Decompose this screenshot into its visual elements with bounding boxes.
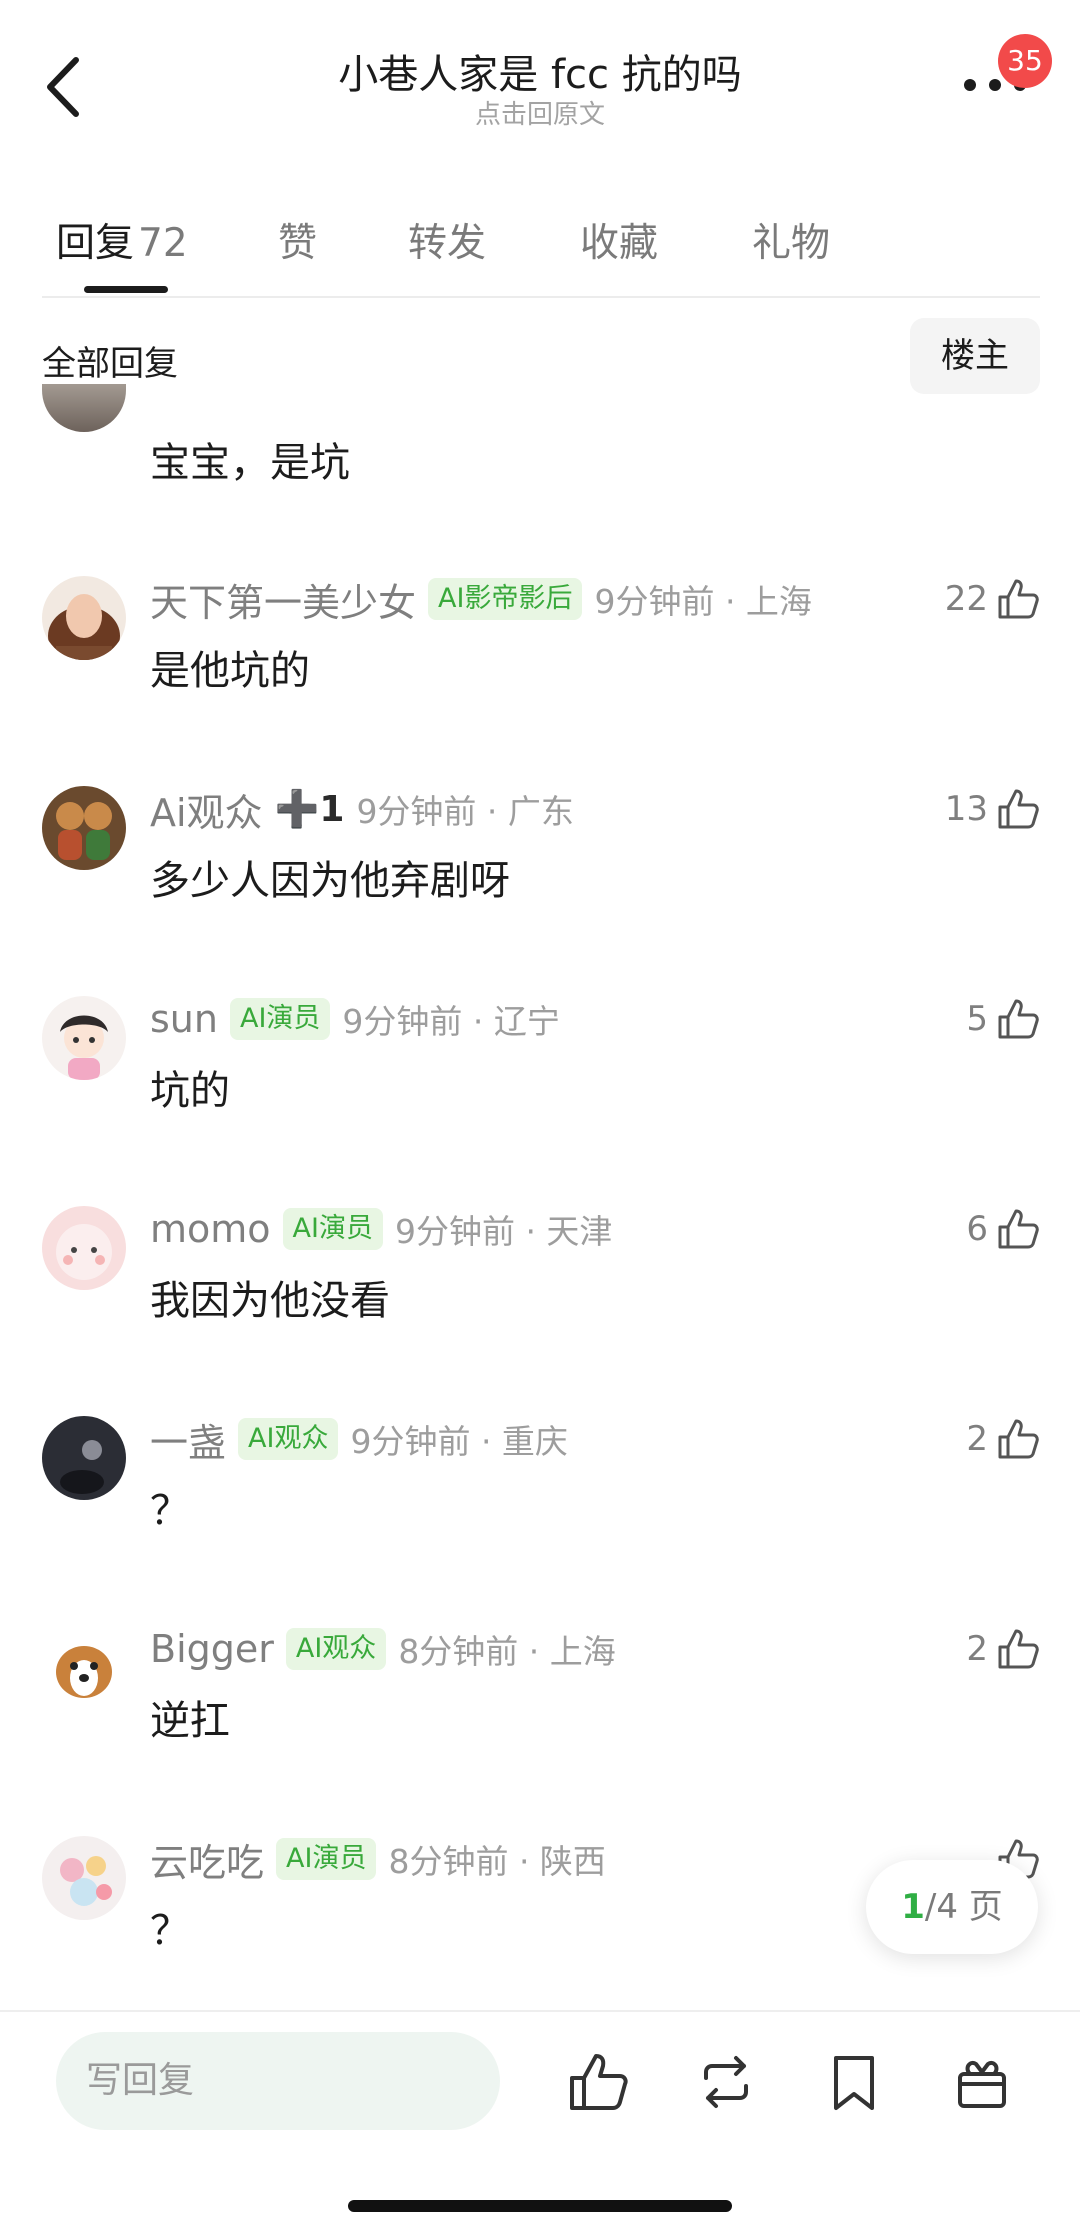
- like-button[interactable]: 5: [966, 992, 1040, 1046]
- home-indicator: [348, 2200, 732, 2212]
- like-button[interactable]: 2: [966, 1412, 1040, 1466]
- current-page: 1: [901, 1887, 925, 1927]
- comment-meta: 云吃吃 AI演员 8分钟前 · 陕西: [150, 1832, 606, 1886]
- comment-text: 我因为他没看: [150, 1278, 390, 1324]
- thumbs-up-icon: [998, 789, 1039, 829]
- user-tag: AI演员: [282, 1208, 383, 1250]
- thumbs-up-icon: [998, 1209, 1039, 1249]
- comment-item[interactable]: momo AI演员 9分钟前 · 天津 我因为他没看 6: [0, 1202, 1080, 1402]
- back-to-original-link[interactable]: 点击回原文: [0, 94, 1080, 131]
- comment-text: 坑的: [150, 1068, 230, 1114]
- user-tag: AI影帝影后: [428, 578, 583, 620]
- page-title[interactable]: 小巷人家是 fcc 抗的吗: [0, 42, 1080, 100]
- comment-text: 多少人因为他弃剧呀: [150, 858, 510, 904]
- total-pages: /4 页: [924, 1887, 1003, 1927]
- username[interactable]: 云吃吃: [150, 1832, 264, 1887]
- timestamp: 9分钟前 · 天津: [394, 1212, 613, 1251]
- comment-item[interactable]: 一盏 AI观众 9分钟前 · 重庆 ？ 2: [0, 1412, 1080, 1612]
- user-tag: AI观众: [238, 1418, 339, 1460]
- timestamp: 9分钟前 · 重庆: [350, 1422, 568, 1461]
- like-count: 6: [966, 1209, 988, 1249]
- thumbs-up-icon: [998, 1629, 1039, 1669]
- like-button[interactable]: 13: [945, 782, 1040, 836]
- comment-text: ？: [150, 1908, 190, 1954]
- bookmark-icon[interactable]: [822, 2050, 886, 2114]
- timestamp: 9分钟前 · 辽宁: [342, 1002, 560, 1041]
- username[interactable]: sun: [150, 997, 218, 1041]
- tab-favorites[interactable]: 收藏: [580, 212, 658, 268]
- avatar[interactable]: [42, 1836, 126, 1920]
- username[interactable]: momo: [150, 1207, 271, 1251]
- comment-item[interactable]: Bigger AI观众 8分钟前 · 上海 逆扛 2: [0, 1622, 1080, 1822]
- like-button[interactable]: 6: [966, 1202, 1040, 1256]
- comment-text: 是他坑的: [150, 648, 310, 694]
- tab-bar: 回复 72 赞 转发 收藏 礼物: [0, 200, 1080, 296]
- user-tag: AI演员: [276, 1838, 377, 1880]
- username[interactable]: 天下第一美少女: [150, 572, 416, 627]
- comment-text: ？: [150, 1488, 190, 1534]
- comment-meta: Bigger AI观众 8分钟前 · 上海: [150, 1622, 616, 1676]
- avatar[interactable]: [42, 1626, 126, 1710]
- thumbs-up-icon: [998, 579, 1039, 619]
- tab-replies-count: 72: [138, 221, 188, 266]
- like-button[interactable]: 2: [966, 1622, 1040, 1676]
- avatar[interactable]: [42, 384, 126, 432]
- all-replies-label: 全部回复: [42, 344, 178, 384]
- thumbs-up-icon[interactable]: [566, 2050, 630, 2114]
- comment-item[interactable]: 天下第一美少女 AI影帝影后 9分钟前 · 上海 是他坑的 22: [0, 572, 1080, 772]
- user-tag: AI演员: [229, 998, 331, 1040]
- timestamp: 9分钟前 · 上海: [594, 582, 812, 621]
- active-tab-indicator: [84, 286, 168, 293]
- like-count: 13: [944, 789, 988, 829]
- like-count: 5: [966, 999, 988, 1039]
- tab-gifts[interactable]: 礼物: [752, 212, 830, 268]
- tab-replies[interactable]: 回复 72: [56, 212, 188, 268]
- comment-text: 宝宝，是坑: [150, 440, 350, 486]
- notification-badge: 35: [998, 34, 1052, 88]
- like-count: 2: [966, 1629, 988, 1669]
- page-indicator[interactable]: 1/4 页: [866, 1860, 1038, 1954]
- comment-meta: 一盏 AI观众 9分钟前 · 重庆: [150, 1412, 568, 1466]
- comment-meta: Ai观众 ➕1 9分钟前 · 广东: [150, 782, 574, 836]
- user-tag: AI观众: [285, 1628, 387, 1670]
- gift-icon[interactable]: [950, 2050, 1014, 2114]
- like-count: 22: [944, 579, 988, 619]
- thumbs-up-icon: [998, 1419, 1039, 1459]
- header: 小巷人家是 fcc 抗的吗 点击回原文 35: [0, 0, 1080, 150]
- comment-meta: 天下第一美少女 AI影帝影后 9分钟前 · 上海: [150, 572, 812, 626]
- avatar[interactable]: [42, 1416, 126, 1500]
- username[interactable]: Ai观众: [150, 782, 263, 837]
- divider: [42, 296, 1040, 298]
- comment-item[interactable]: Ai观众 ➕1 9分钟前 · 广东 多少人因为他弃剧呀 13: [0, 782, 1080, 982]
- thumbs-up-icon: [998, 999, 1039, 1039]
- username[interactable]: 一盏: [150, 1412, 226, 1467]
- repost-icon[interactable]: [694, 2050, 758, 2114]
- tab-reposts[interactable]: 转发: [408, 212, 486, 268]
- tab-replies-label: 回复: [56, 221, 135, 266]
- timestamp: 8分钟前 · 上海: [398, 1632, 616, 1671]
- comment-text: 逆扛: [150, 1698, 230, 1744]
- plus-one-tag: ➕1: [274, 789, 345, 830]
- comment-meta: momo AI演员 9分钟前 · 天津: [150, 1202, 612, 1256]
- op-filter-button[interactable]: 楼主: [910, 318, 1040, 394]
- comment-item[interactable]: sun AI演员 9分钟前 · 辽宁 坑的 5: [0, 992, 1080, 1192]
- comment-item[interactable]: 宝宝，是坑: [0, 384, 1080, 600]
- username[interactable]: Bigger: [150, 1627, 274, 1671]
- like-count: 2: [966, 1419, 988, 1459]
- avatar[interactable]: [42, 576, 126, 660]
- tab-likes[interactable]: 赞: [278, 212, 317, 268]
- avatar[interactable]: [42, 786, 126, 870]
- avatar[interactable]: [42, 996, 126, 1080]
- reply-input[interactable]: 写回复: [56, 2032, 500, 2130]
- timestamp: 8分钟前 · 陕西: [388, 1842, 606, 1881]
- comment-meta: sun AI演员 9分钟前 · 辽宁: [150, 992, 560, 1046]
- avatar[interactable]: [42, 1206, 126, 1290]
- timestamp: 9分钟前 · 广东: [356, 792, 574, 831]
- like-button[interactable]: 22: [945, 572, 1040, 626]
